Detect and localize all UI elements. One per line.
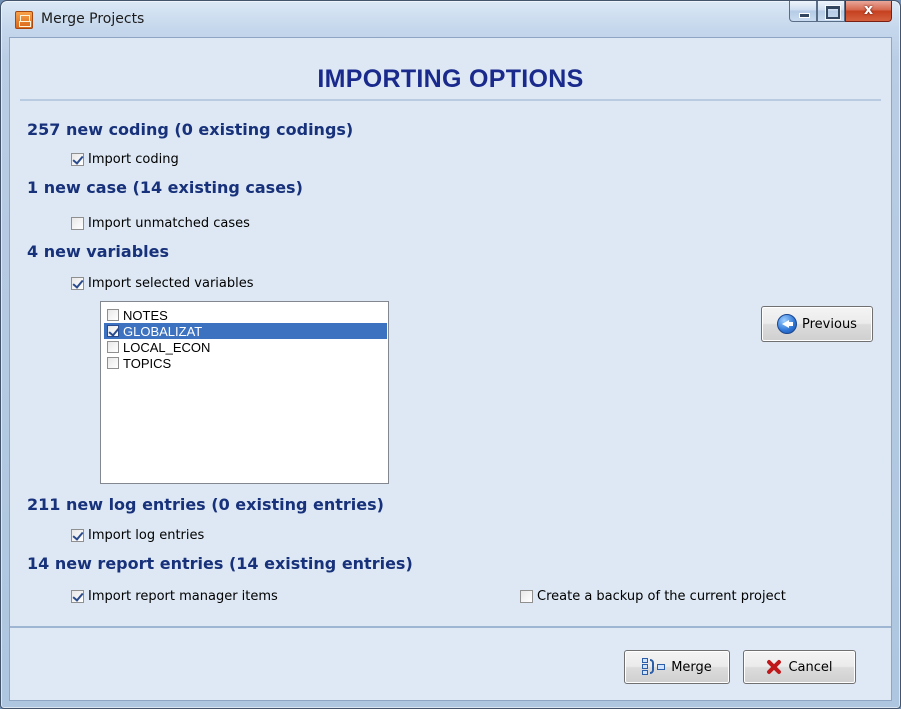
previous-button-label: Previous (802, 316, 857, 332)
import-unmatched-cases-label: Import unmatched cases (88, 216, 250, 231)
list-item-label: GLOBALIZAT (123, 323, 203, 339)
list-item-checkbox[interactable] (107, 341, 119, 353)
list-item[interactable]: NOTES (104, 307, 387, 323)
list-item-label: TOPICS (123, 355, 172, 371)
create-backup-check-box[interactable] (520, 590, 533, 603)
import-selected-variables-checkbox[interactable]: Import selected variables (71, 276, 254, 291)
import-unmatched-cases-checkbox[interactable]: Import unmatched cases (71, 216, 250, 231)
merge-projects-window: Merge Projects x IMPORTING OPTIONS 257 n… (0, 0, 901, 709)
create-backup-label: Create a backup of the current project (537, 589, 786, 604)
import-selected-variables-check-box[interactable] (71, 277, 84, 290)
caption-buttons: x (789, 1, 892, 23)
list-item-checkbox[interactable] (107, 357, 119, 369)
create-backup-checkbox[interactable]: Create a backup of the current project (520, 589, 786, 604)
variables-list[interactable]: NOTES GLOBALIZAT LOCAL_ECON TOPICS (100, 301, 389, 484)
list-item-checkbox[interactable] (107, 309, 119, 321)
dialog-client-area: IMPORTING OPTIONS 257 new coding (0 exis… (9, 37, 892, 701)
close-button[interactable]: x (845, 1, 892, 22)
import-report-manager-items-checkbox[interactable]: Import report manager items (71, 589, 278, 604)
title-bar[interactable]: Merge Projects x (1, 1, 900, 37)
log-section-title: 211 new log entries (0 existing entries) (27, 495, 384, 514)
import-report-manager-items-check-box[interactable] (71, 590, 84, 603)
import-log-entries-label: Import log entries (88, 528, 205, 543)
cancel-button[interactable]: Cancel (743, 650, 856, 684)
merge-button-label: Merge (671, 659, 712, 675)
list-item[interactable]: LOCAL_ECON (104, 339, 387, 355)
app-icon[interactable] (15, 11, 33, 29)
merge-icon (642, 658, 666, 676)
list-item[interactable]: GLOBALIZAT (104, 323, 387, 339)
import-coding-check-box[interactable] (71, 153, 84, 166)
variables-section-title: 4 new variables (27, 242, 170, 261)
coding-section-title: 257 new coding (0 existing codings) (27, 120, 354, 139)
previous-button[interactable]: Previous (761, 306, 873, 342)
import-selected-variables-label: Import selected variables (88, 276, 254, 291)
window-title: Merge Projects (41, 11, 145, 27)
import-report-manager-items-label: Import report manager items (88, 589, 278, 604)
page-title: IMPORTING OPTIONS (20, 47, 881, 101)
report-section-title: 14 new report entries (14 existing entri… (27, 554, 413, 573)
import-coding-label: Import coding (88, 152, 179, 167)
left-arrow-circle-icon (777, 314, 798, 334)
import-unmatched-cases-check-box[interactable] (71, 217, 84, 230)
list-item-label: LOCAL_ECON (123, 339, 211, 355)
import-coding-checkbox[interactable]: Import coding (71, 152, 179, 167)
cases-section-title: 1 new case (14 existing cases) (27, 178, 303, 197)
options-panel: IMPORTING OPTIONS 257 new coding (0 exis… (10, 38, 891, 628)
list-item-checkbox[interactable] (107, 325, 119, 337)
import-log-entries-check-box[interactable] (71, 529, 84, 542)
list-item[interactable]: TOPICS (104, 355, 387, 371)
import-log-entries-checkbox[interactable]: Import log entries (71, 528, 204, 543)
minimize-button[interactable] (789, 1, 817, 22)
cancel-button-label: Cancel (788, 659, 833, 675)
close-icon: x (863, 2, 874, 18)
cancel-icon (766, 659, 782, 675)
list-item-label: NOTES (123, 307, 168, 323)
merge-button[interactable]: Merge (624, 650, 730, 684)
maximize-button[interactable] (817, 1, 845, 22)
